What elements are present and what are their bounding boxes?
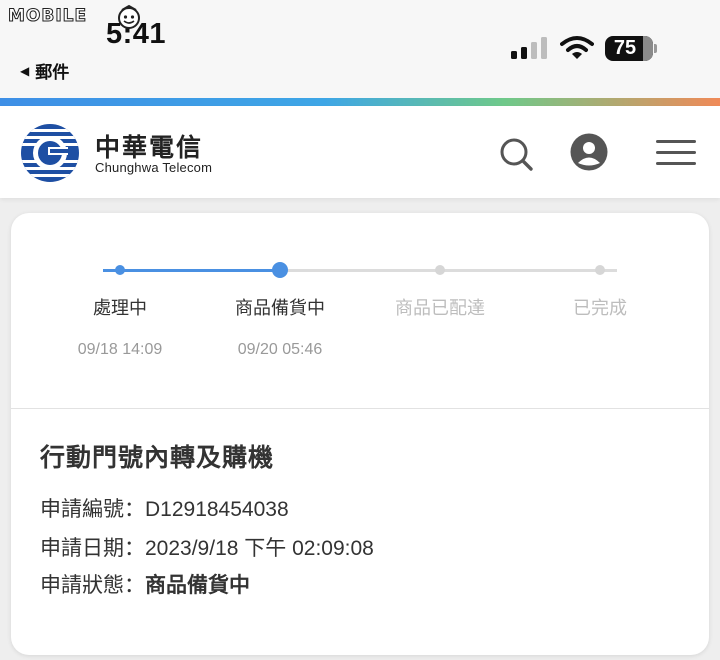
search-icon[interactable]	[498, 136, 534, 172]
step-dot-processing	[115, 265, 125, 275]
app-header: 中華電信 Chunghwa Telecom	[0, 106, 720, 198]
info-label: 申請狀態：	[40, 573, 145, 597]
brand-gradient-strip	[0, 98, 720, 106]
application-number-value: D12918454038	[145, 498, 289, 521]
card-divider	[11, 408, 709, 409]
step-label-processing: 處理中	[93, 298, 147, 319]
info-row-application-status: 申請狀態：商品備貨中	[40, 569, 250, 599]
step-time-preparing: 09/20 05:46	[237, 341, 323, 358]
order-title: 行動門號內轉及購機	[40, 443, 275, 472]
info-label: 申請日期：	[40, 536, 145, 560]
back-to-mail-link[interactable]: ◀ 郵件	[20, 58, 69, 83]
back-triangle-icon: ◀	[20, 63, 30, 78]
step-dot-completed	[595, 265, 605, 275]
step-time-processing: 09/18 14:09	[77, 341, 163, 358]
wifi-icon	[560, 36, 594, 59]
logo-chinese-name: 中華電信	[95, 133, 204, 162]
info-row-application-number: 申請編號：D12918454038	[40, 493, 289, 523]
step-dot-delivered	[435, 265, 445, 275]
logo-english-name: Chunghwa Telecom	[95, 160, 213, 175]
battery-nub-icon	[654, 44, 657, 53]
order-status-card: 處理中 商品備貨中 商品已配達 已完成 09/18 14:09 09/20 05…	[11, 213, 709, 655]
hamburger-menu-icon[interactable]	[656, 138, 696, 168]
user-avatar-icon[interactable]	[570, 133, 608, 171]
step-label-preparing: 商品備貨中	[235, 298, 325, 319]
battery-level: 75	[613, 37, 637, 59]
step-dot-preparing	[272, 262, 288, 278]
status-bar: MOBILE 5:41 ◀ 郵件 75	[0, 0, 720, 98]
battery-indicator: 75	[605, 36, 653, 61]
cellular-signal-icon	[511, 37, 547, 59]
progress-track-filled	[103, 269, 279, 272]
watermark-logo: MOBILE	[7, 6, 88, 27]
back-label: 郵件	[35, 63, 70, 83]
info-row-application-date: 申請日期：2023/9/18 下午 02:09:08	[40, 532, 374, 562]
application-status-value: 商品備貨中	[145, 573, 250, 597]
status-time: 5:41	[106, 18, 167, 50]
step-label-completed: 已完成	[573, 298, 627, 319]
step-label-delivered: 商品已配達	[395, 298, 485, 319]
info-label: 申請編號：	[40, 497, 145, 521]
application-date-value: 2023/9/18 下午 02:09:08	[145, 537, 374, 560]
chunghwa-logo-icon[interactable]	[20, 123, 80, 183]
